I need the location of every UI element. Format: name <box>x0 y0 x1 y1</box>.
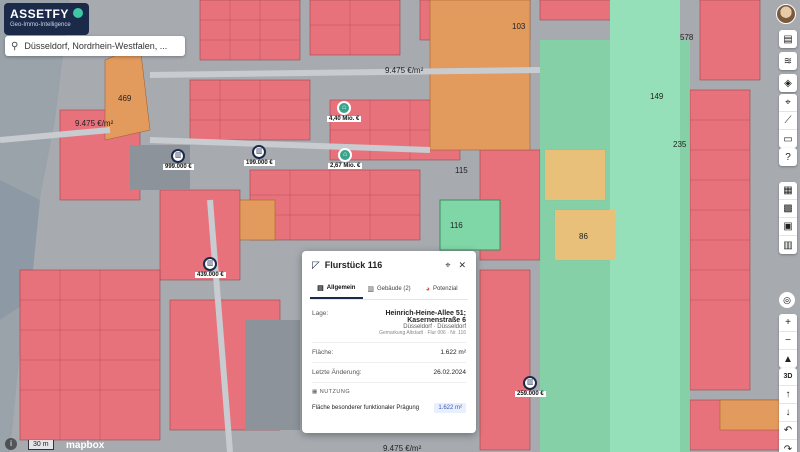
nutzung-heading: ▦ NUTZUNG <box>312 389 351 395</box>
layer-toolbar: ▤ <box>779 30 797 48</box>
property-marker[interactable]: ⌂ 4,40 Mio. € <box>327 101 362 122</box>
parcel-number: 235 <box>673 140 687 149</box>
target-icon[interactable]: ⌖ <box>445 260 450 271</box>
house-icon: ⌂ <box>338 148 353 162</box>
close-icon[interactable]: ✕ <box>458 260 466 271</box>
zoom-in-icon[interactable]: + <box>779 314 797 332</box>
price-label: 9.475 €/m² <box>75 119 114 128</box>
nutzung-item: Fläche besonderer funktionaler Prägung 1… <box>312 403 466 413</box>
avatar[interactable] <box>776 4 796 24</box>
parcel-icon: ◸ <box>312 259 320 271</box>
lage-row: Lage: Heinrich-Heine-Allee 51; Kasernens… <box>312 310 466 336</box>
tilt-up-icon[interactable]: ↑ <box>779 386 797 404</box>
flaeche-row: Fläche: 1.622 m² <box>312 349 466 356</box>
layer-toolbar: ◈ <box>779 74 797 92</box>
search-value: Düsseldorf, Nordrhein-Westfalen, ... <box>24 41 168 51</box>
brand-logo[interactable]: ASSETFY Geo-Immo-Intelligence <box>4 3 89 35</box>
layer-toolbar: ≋ <box>779 52 797 70</box>
panel-title: Flurstück 116 <box>324 260 383 270</box>
property-marker[interactable]: ▥ 999.000 € <box>163 149 194 170</box>
parcel-info-panel: ◸ Flurstück 116 ⌖ ✕ ▤ Allgemein ▥ Gebäud… <box>302 251 476 433</box>
info-icon[interactable]: i <box>5 438 17 450</box>
potential-icon: ◕ <box>425 285 430 293</box>
help-icon[interactable]: ? <box>779 148 797 166</box>
building-icon: ▥ <box>367 286 374 293</box>
zoom-out-icon[interactable]: − <box>779 332 797 350</box>
tab-gebaeude[interactable]: ▥ Gebäude (2) <box>363 279 416 299</box>
grid-icon[interactable]: ▩ <box>779 200 797 218</box>
locate-icon[interactable]: ◎ <box>779 292 795 308</box>
stack-icon[interactable]: ◈ <box>779 74 797 92</box>
tag-icon: ▦ <box>312 389 320 395</box>
property-marker[interactable]: ▥ 439.000 € <box>195 257 226 278</box>
layers-icon[interactable]: ≋ <box>779 52 797 70</box>
price-label: 9.475 €/m² <box>385 66 424 75</box>
property-marker[interactable]: ⌂ 2,67 Mio. € <box>328 148 363 169</box>
3d-toggle-icon[interactable]: 3D <box>779 368 797 386</box>
price-label: 9.475 €/m² <box>383 444 422 452</box>
rotate-right-icon[interactable]: ↷ <box>779 440 797 452</box>
property-marker[interactable]: ▥ 199.000 € <box>244 145 275 166</box>
building-icon: ▥ <box>203 257 218 271</box>
parcel-number: 578 <box>680 33 694 42</box>
search-input[interactable]: ⚲ Düsseldorf, Nordrhein-Westfalen, ... <box>5 36 185 56</box>
property-marker[interactable]: ▥ 259.000 € <box>515 376 546 397</box>
zoom-toolbar: + − ▲ <box>779 314 797 368</box>
building-icon: ▥ <box>523 376 538 390</box>
scale-bar: 30 m <box>28 440 54 450</box>
parcel-number: 115 <box>455 166 468 175</box>
aenderung-row: Letzte Änderung: 26.02.2024 <box>312 369 466 376</box>
compass-icon[interactable]: ▲ <box>779 350 797 368</box>
parcel-number: 103 <box>512 22 526 31</box>
mapbox-logo: mapbox <box>66 440 105 451</box>
map-book-icon[interactable]: ▤ <box>779 30 797 48</box>
parcel-number: 149 <box>650 92 664 101</box>
filter-icon[interactable]: ▦ <box>779 182 797 200</box>
tab-allgemein[interactable]: ▤ Allgemein <box>310 279 363 299</box>
parcel-number: 469 <box>118 94 132 103</box>
nutzung-badge: 1.622 m² <box>434 403 466 413</box>
parcel-number: 86 <box>579 232 588 241</box>
ruler-icon[interactable]: ⟋ <box>779 112 797 130</box>
map-icon[interactable]: ▣ <box>779 218 797 236</box>
map-icon: ▤ <box>317 285 324 292</box>
polygon-icon[interactable]: ▭ <box>779 130 797 148</box>
search-icon: ⚲ <box>11 40 19 52</box>
chart-icon[interactable]: ▥ <box>779 236 797 254</box>
tab-potenzial[interactable]: ◕ Potenzial <box>415 279 468 299</box>
parcel-number: 116 <box>450 221 463 230</box>
house-icon: ⌂ <box>337 101 352 115</box>
tools-toolbar: ⌖ ⟋ ▭ <box>779 94 797 148</box>
pin-icon[interactable]: ⌖ <box>779 94 797 112</box>
building-icon: ▥ <box>171 149 186 163</box>
filter-toolbar: ▦ ▩ ▣ ▥ <box>779 182 797 254</box>
building-icon: ▥ <box>252 145 267 159</box>
rotate-left-icon[interactable]: ↶ <box>779 422 797 440</box>
help-toolbar: ? <box>779 148 797 166</box>
tilt-down-icon[interactable]: ↓ <box>779 404 797 422</box>
logo-icon <box>73 8 83 18</box>
view-toolbar: 3D ↑ ↓ ↶ ↷ <box>779 368 797 452</box>
